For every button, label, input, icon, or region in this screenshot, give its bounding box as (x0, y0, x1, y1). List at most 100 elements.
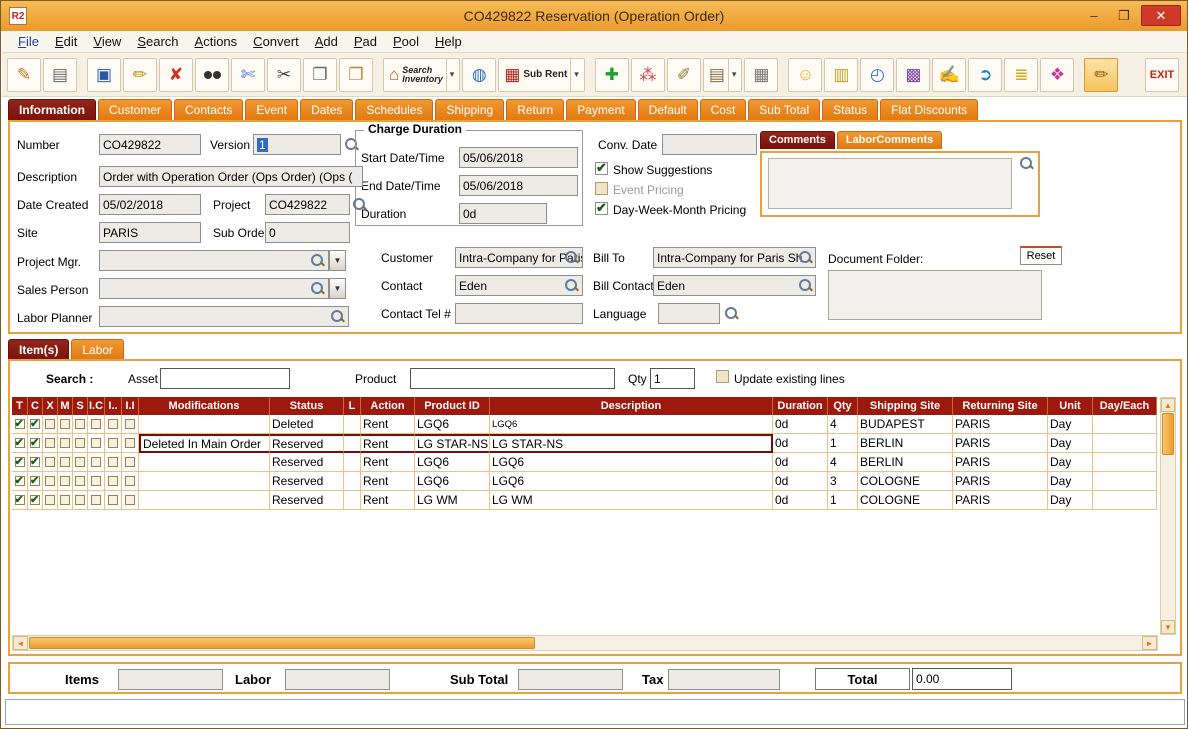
cell-x[interactable] (43, 491, 58, 510)
cell-c[interactable] (28, 415, 43, 434)
pads-dropdown-icon[interactable]: ▾ (728, 59, 737, 91)
menu-item-search[interactable]: Search (129, 32, 186, 51)
row-checkbox-ic[interactable] (91, 476, 101, 486)
cell-m[interactable] (58, 434, 73, 453)
project-field[interactable]: CO429822 (265, 194, 350, 215)
cell-duration[interactable]: 0d (773, 434, 828, 453)
cell-day-each[interactable] (1093, 472, 1157, 491)
header-x[interactable]: X (43, 397, 58, 415)
link-button[interactable]: ➲ (968, 58, 1002, 92)
convert-order-button[interactable]: ✄ (231, 58, 265, 92)
cell-qty[interactable]: 4 (828, 453, 858, 472)
document-folder-box[interactable] (828, 270, 1042, 320)
horizontal-scrollbar[interactable]: ◄ ► (12, 635, 1158, 651)
update-existing-lines-checkbox[interactable] (716, 370, 729, 383)
project-mgr-field[interactable] (99, 250, 329, 271)
cell-unit[interactable]: Day (1048, 415, 1093, 434)
vertical-scrollbar[interactable]: ▲ ▼ (1160, 397, 1176, 635)
qty-input[interactable]: 1 (650, 368, 695, 389)
table-row[interactable]: Deleted In Main Order Reserved Rent LG S… (12, 434, 1157, 453)
row-checkbox-ic[interactable] (91, 457, 101, 467)
tab-payment[interactable]: Payment (566, 99, 635, 121)
row-checkbox-c[interactable] (30, 419, 40, 429)
cell-returning-site[interactable]: PARIS (953, 491, 1048, 510)
cell-c[interactable] (28, 453, 43, 472)
header-description[interactable]: Description (490, 397, 773, 415)
cell-s[interactable] (73, 415, 88, 434)
scroll-right-button[interactable]: ► (1142, 636, 1157, 650)
cell-description[interactable]: LGQ6 (490, 415, 773, 434)
labor-planner-search-icon[interactable] (330, 309, 345, 324)
sales-person-dropdown[interactable]: ▼ (329, 278, 346, 299)
cell-m[interactable] (58, 491, 73, 510)
comments-textarea[interactable] (768, 158, 1012, 209)
cell-status[interactable]: Reserved (270, 472, 344, 491)
bill-contact-field[interactable]: Eden (653, 275, 816, 296)
project-search-icon[interactable] (352, 197, 367, 212)
new-order-button[interactable]: ✎ (7, 58, 41, 92)
tab-status[interactable]: Status (822, 99, 878, 121)
cell-x[interactable] (43, 472, 58, 491)
header-returning-site[interactable]: Returning Site (953, 397, 1048, 415)
cell-ii[interactable] (122, 491, 139, 510)
schedule-button[interactable]: ◴ (860, 58, 894, 92)
cell-shipping-site[interactable]: BERLIN (858, 434, 953, 453)
sales-person-field[interactable] (99, 278, 329, 299)
labor-planner-field[interactable] (99, 306, 349, 327)
cell-c[interactable] (28, 491, 43, 510)
cell-description[interactable]: LGQ6 (490, 453, 773, 472)
cell-t[interactable] (12, 434, 28, 453)
cell-qty[interactable]: 1 (828, 491, 858, 510)
sub-orders-field[interactable]: 0 (265, 222, 350, 243)
date-created-field[interactable]: 05/02/2018 (99, 194, 201, 215)
scroll-down-button[interactable]: ▼ (1161, 620, 1175, 634)
tab-return[interactable]: Return (506, 99, 564, 121)
tab-comments[interactable]: Comments (760, 131, 835, 149)
row-checkbox-m[interactable] (60, 495, 70, 505)
vertical-scroll-thumb[interactable] (1162, 413, 1174, 455)
horizontal-scroll-thumb[interactable] (29, 637, 535, 649)
row-checkbox-m[interactable] (60, 476, 70, 486)
cell-status[interactable]: Reserved (270, 491, 344, 510)
wand-button[interactable]: ✏ (1084, 58, 1118, 92)
version-field[interactable]: 1 (253, 134, 341, 155)
cell-day-each[interactable] (1093, 453, 1157, 472)
cell-i1[interactable] (105, 472, 122, 491)
bill-to-search-icon[interactable] (798, 250, 813, 265)
tab-labor[interactable]: Labor (71, 339, 124, 361)
row-checkbox-x[interactable] (45, 419, 55, 429)
row-checkbox-m[interactable] (60, 438, 70, 448)
row-checkbox-ic[interactable] (91, 419, 101, 429)
conv-date-field[interactable] (662, 134, 757, 155)
menu-item-edit[interactable]: Edit (47, 32, 85, 51)
row-checkbox-ii[interactable] (125, 419, 135, 429)
row-checkbox-ii[interactable] (125, 476, 135, 486)
row-checkbox-x[interactable] (45, 457, 55, 467)
table-row[interactable]: Reserved Rent LGQ6 LGQ6 0d 4 BERLIN PARI… (12, 453, 1157, 472)
tab-schedules[interactable]: Schedules (355, 99, 433, 121)
cell-unit[interactable]: Day (1048, 491, 1093, 510)
menu-item-pad[interactable]: Pad (346, 32, 385, 51)
cell-ic[interactable] (88, 434, 105, 453)
row-checkbox-ii[interactable] (125, 438, 135, 448)
cell-ii[interactable] (122, 434, 139, 453)
header-day-each[interactable]: Day/Each (1093, 397, 1157, 415)
cell-ii[interactable] (122, 453, 139, 472)
cell-duration[interactable]: 0d (773, 415, 828, 434)
cell-c[interactable] (28, 434, 43, 453)
row-checkbox-m[interactable] (60, 457, 70, 467)
cell-l[interactable] (344, 491, 361, 510)
save-button[interactable]: ▣ (87, 58, 121, 92)
cell-l[interactable] (344, 434, 361, 453)
cell-unit[interactable]: Day (1048, 472, 1093, 491)
header-duration[interactable]: Duration (773, 397, 828, 415)
header-unit[interactable]: Unit (1048, 397, 1093, 415)
cell-modifications[interactable] (139, 491, 270, 510)
row-checkbox-i1[interactable] (108, 438, 118, 448)
cell-product-id[interactable]: LGQ6 (415, 453, 490, 472)
menu-item-actions[interactable]: Actions (187, 32, 246, 51)
copy-button[interactable]: ❐ (303, 58, 337, 92)
cell-action[interactable]: Rent (361, 472, 415, 491)
dwm-pricing-checkbox[interactable] (595, 202, 608, 215)
row-checkbox-i1[interactable] (108, 457, 118, 467)
